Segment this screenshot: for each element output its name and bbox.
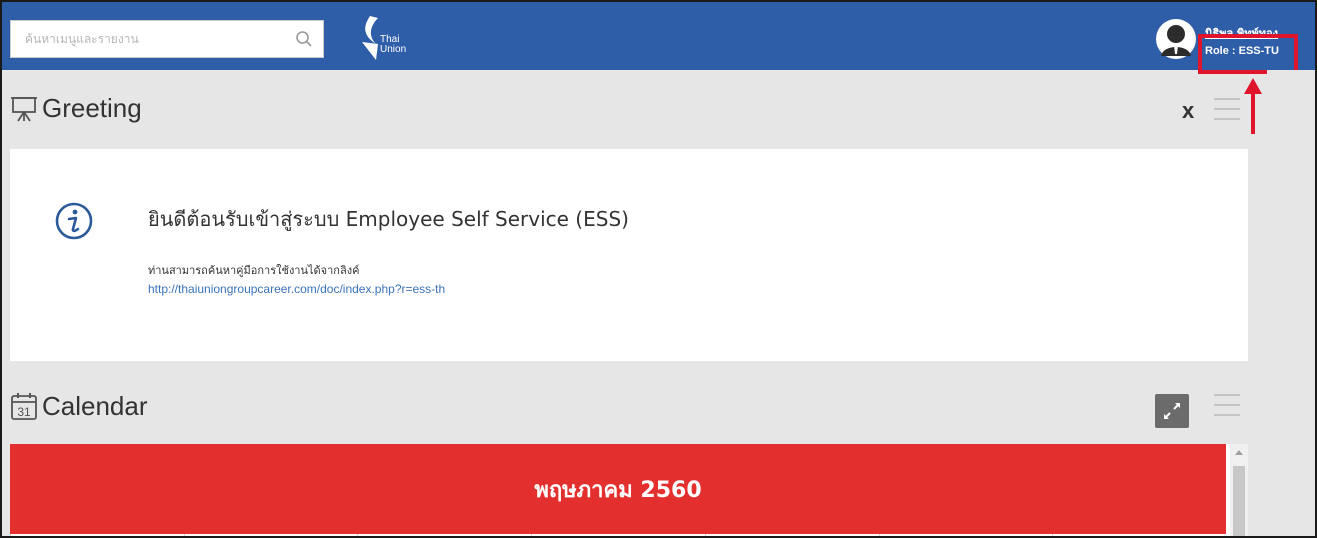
right-gutter (1267, 70, 1315, 536)
expand-icon (1164, 403, 1180, 419)
info-icon (55, 202, 93, 240)
top-bar: Thai Union นิธิพล พิทพ์ทอง Role : ESS-TU (2, 2, 1315, 70)
calendar-grid-row (10, 534, 1226, 536)
month-bar: พฤษภาคม 2560 (10, 444, 1226, 534)
search-icon[interactable] (295, 30, 313, 48)
logo-text: Thai Union (380, 35, 406, 55)
month-label: พฤษภาคม 2560 (534, 477, 702, 503)
user-avatar-icon[interactable] (1155, 18, 1197, 60)
search-box[interactable] (10, 20, 324, 58)
scroll-thumb[interactable] (1233, 466, 1245, 536)
manual-link[interactable]: http://thaiuniongroupcareer.com/doc/inde… (148, 282, 445, 296)
app-frame: Thai Union นิธิพล พิทพ์ทอง Role : ESS-TU… (0, 0, 1317, 538)
greeting-header: Greeting (10, 86, 142, 130)
calendar-scrollbar[interactable] (1230, 444, 1248, 536)
greeting-card: ยินดีต้อนรับเข้าสู่ระบบ Employee Self Se… (10, 149, 1248, 361)
role-highlight-box (1198, 34, 1298, 74)
greeting-heading: ยินดีต้อนรับเข้าสู่ระบบ Employee Self Se… (148, 207, 629, 231)
up-arrow-annotation (1244, 78, 1262, 134)
calendar-icon: 31 (11, 393, 37, 420)
calendar-title: Calendar (42, 390, 148, 421)
greeting-title: Greeting (42, 92, 142, 123)
search-input[interactable] (11, 21, 291, 57)
close-button[interactable]: x (1182, 98, 1194, 124)
greeting-text: ท่านสามารถค้นหาคู่มือการใช้งานได้จากลิงค… (148, 264, 360, 277)
calendar-icon-day: 31 (17, 405, 31, 419)
expand-button[interactable] (1155, 394, 1189, 428)
calendar-panel: พฤษภาคม 2560 (10, 444, 1248, 536)
calendar-menu-icon[interactable] (1214, 394, 1240, 418)
scroll-up-arrow-icon[interactable] (1235, 450, 1243, 455)
greeting-menu-icon[interactable] (1214, 98, 1240, 122)
calendar-header: 31 Calendar (10, 384, 148, 428)
presentation-board-icon (11, 97, 37, 122)
logo-line-2: Union (380, 44, 407, 55)
